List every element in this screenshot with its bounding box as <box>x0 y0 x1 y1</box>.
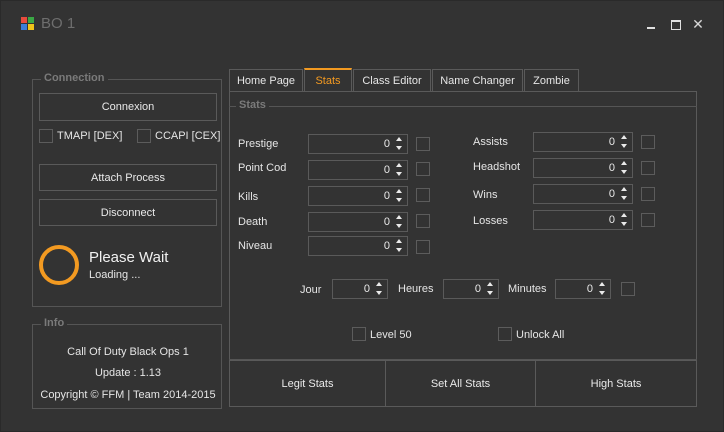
niveau-value: 0 <box>383 240 390 252</box>
spinner-arrows-icon[interactable] <box>620 212 630 228</box>
headshot-label: Headshot <box>473 161 521 173</box>
connection-legend: Connection <box>41 72 108 84</box>
losses-input[interactable]: 0 <box>533 210 633 230</box>
ccapi-label: CCAPI [CEX] <box>155 130 221 142</box>
headshot-input[interactable]: 0 <box>533 158 633 178</box>
assists-input[interactable]: 0 <box>533 132 633 152</box>
niveau-input[interactable]: 0 <box>308 236 408 256</box>
icon-quad-green <box>28 17 34 23</box>
minutes-input[interactable]: 0 <box>555 279 611 299</box>
kills-value: 0 <box>383 190 390 202</box>
spinner-arrows-icon[interactable] <box>395 238 405 254</box>
ccapi-checkbox[interactable] <box>137 129 151 143</box>
icon-quad-yellow <box>28 24 34 30</box>
stats-legend: Stats <box>236 99 269 111</box>
level-50-label: Level 50 <box>370 329 412 341</box>
spinner-arrows-icon[interactable] <box>620 186 630 202</box>
close-icon[interactable]: ✕ <box>689 15 707 33</box>
death-checkbox[interactable] <box>416 214 430 228</box>
tab-name-changer[interactable]: Name Changer <box>432 69 523 92</box>
loading-spinner-icon <box>39 245 79 285</box>
tab-class-editor[interactable]: Class Editor <box>353 69 431 92</box>
app-icon <box>21 17 35 31</box>
wins-checkbox[interactable] <box>641 187 655 201</box>
title-bar: BO 1 ✕ <box>1 1 723 47</box>
headshot-value: 0 <box>608 162 615 174</box>
prestige-input[interactable]: 0 <box>308 134 408 154</box>
death-input[interactable]: 0 <box>308 212 408 232</box>
assists-checkbox[interactable] <box>641 135 655 149</box>
tab-stats[interactable]: Stats <box>304 68 352 92</box>
tab-home-page[interactable]: Home Page <box>229 69 303 92</box>
time-checkbox[interactable] <box>621 282 635 296</box>
kills-label: Kills <box>238 191 259 203</box>
wins-value: 0 <box>608 188 615 200</box>
attach-process-button[interactable]: Attach Process <box>39 164 217 191</box>
death-label: Death <box>238 216 268 228</box>
heures-input[interactable]: 0 <box>443 279 499 299</box>
spinner-arrows-icon[interactable] <box>620 160 630 176</box>
icon-quad-blue <box>21 24 27 30</box>
heures-label: Heures <box>398 283 434 295</box>
main-window: BO 1 ✕ Connection Connexion TMAPI [DEX] … <box>0 0 724 432</box>
spinner-arrows-icon[interactable] <box>395 162 405 178</box>
minutes-label: Minutes <box>508 283 547 295</box>
prestige-value: 0 <box>383 138 390 150</box>
spinner-arrows-icon[interactable] <box>375 281 385 297</box>
heures-value: 0 <box>474 283 481 295</box>
minutes-value: 0 <box>586 283 593 295</box>
losses-checkbox[interactable] <box>641 213 655 227</box>
niveau-label: Niveau <box>238 240 273 252</box>
tab-zombie[interactable]: Zombie <box>524 69 579 92</box>
set-all-stats-button[interactable]: Set All Stats <box>386 361 536 407</box>
jour-label: Jour <box>300 284 322 296</box>
death-value: 0 <box>383 216 390 228</box>
wins-label: Wins <box>473 189 498 201</box>
icon-quad-red <box>21 17 27 23</box>
assists-value: 0 <box>608 136 615 148</box>
headshot-checkbox[interactable] <box>641 161 655 175</box>
prestige-checkbox[interactable] <box>416 137 430 151</box>
kills-checkbox[interactable] <box>416 188 430 202</box>
level-50-checkbox[interactable] <box>352 327 366 341</box>
maximize-icon[interactable] <box>666 15 684 33</box>
spinner-arrows-icon[interactable] <box>395 136 405 152</box>
window-title: BO 1 <box>41 15 76 32</box>
game-name: Call Of Duty Black Ops 1 <box>67 346 189 358</box>
unlock-all-label: Unlock All <box>516 329 565 341</box>
action-bar: Legit Stats Set All Stats High Stats <box>230 360 696 407</box>
tmapi-checkbox[interactable] <box>39 129 53 143</box>
copyright-text: Copyright © FFM | Team 2014-2015 <box>40 389 216 401</box>
losses-value: 0 <box>608 214 615 226</box>
disconnect-button[interactable]: Disconnect <box>39 199 217 226</box>
status-title: Please Wait <box>89 249 169 266</box>
tmapi-label: TMAPI [DEX] <box>57 130 123 142</box>
spinner-arrows-icon[interactable] <box>598 281 608 297</box>
spinner-arrows-icon[interactable] <box>486 281 496 297</box>
high-stats-button[interactable]: High Stats <box>536 361 696 407</box>
legit-stats-button[interactable]: Legit Stats <box>230 361 386 407</box>
point-cod-input[interactable]: 0 <box>308 160 408 180</box>
wins-input[interactable]: 0 <box>533 184 633 204</box>
spinner-arrows-icon[interactable] <box>620 134 630 150</box>
assists-label: Assists <box>473 136 508 148</box>
spinner-arrows-icon[interactable] <box>395 188 405 204</box>
connexion-button[interactable]: Connexion <box>39 93 217 121</box>
jour-value: 0 <box>363 283 370 295</box>
kills-input[interactable]: 0 <box>308 186 408 206</box>
minimize-icon[interactable] <box>642 15 660 33</box>
prestige-label: Prestige <box>238 138 279 150</box>
point-cod-checkbox[interactable] <box>416 162 430 176</box>
jour-input[interactable]: 0 <box>332 279 388 299</box>
unlock-all-checkbox[interactable] <box>498 327 512 341</box>
spinner-arrows-icon[interactable] <box>395 214 405 230</box>
point-cod-label: Point Cod <box>238 162 287 174</box>
info-legend: Info <box>41 317 68 329</box>
losses-label: Losses <box>473 215 508 227</box>
update-version: Update : 1.13 <box>94 367 162 379</box>
status-subtitle: Loading ... <box>89 269 141 281</box>
point-cod-value: 0 <box>383 164 390 176</box>
niveau-checkbox[interactable] <box>416 240 430 254</box>
